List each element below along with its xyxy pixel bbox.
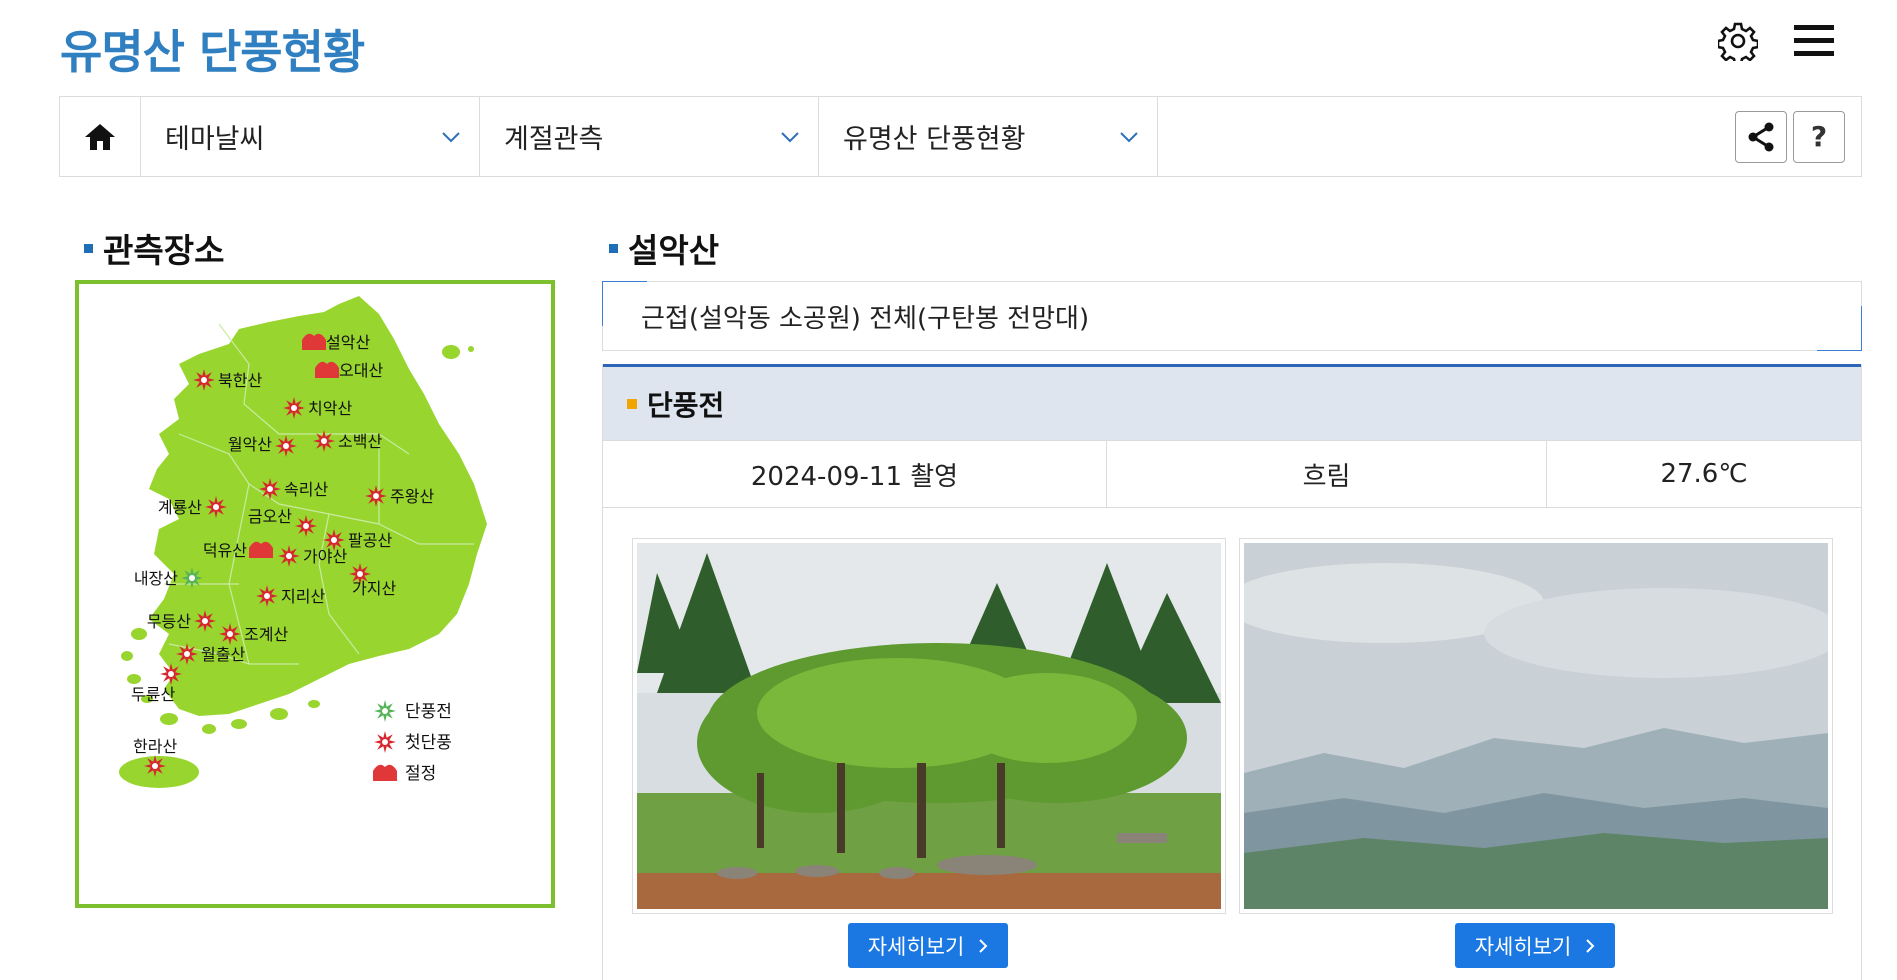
photo-observatory[interactable] <box>1239 538 1833 914</box>
map-marker-first[interactable] <box>365 485 387 507</box>
map-marker-first[interactable] <box>283 397 305 419</box>
map-label[interactable]: 소백산 <box>338 432 382 451</box>
section-heading-locations: 관측장소 <box>84 224 224 272</box>
map-label[interactable]: 팔공산 <box>348 531 392 550</box>
legend-marker-first[interactable] <box>374 731 396 753</box>
map-marker-first[interactable] <box>275 435 297 457</box>
detail-button-label: 자세히보기 <box>867 934 965 959</box>
map-marker-first[interactable] <box>219 623 241 645</box>
stage-label: 단풍전 <box>647 388 725 422</box>
legend-label[interactable]: 첫단풍 <box>405 733 452 753</box>
chevron-right-icon <box>979 938 988 953</box>
gear-icon[interactable] <box>1715 18 1761 64</box>
map-marker-peak[interactable] <box>249 541 273 558</box>
nav-tools: ? <box>1735 97 1861 176</box>
chevron-down-icon <box>442 131 460 142</box>
map-label[interactable]: 주왕산 <box>390 487 434 506</box>
nav-item-label: 테마날씨 <box>165 124 265 155</box>
photo-near-image <box>637 543 1221 909</box>
map-label[interactable]: 무등산 <box>147 612 191 631</box>
map-marker-first[interactable] <box>295 515 317 537</box>
map-label[interactable]: 계룡산 <box>158 498 202 517</box>
map-marker-first[interactable] <box>313 430 335 452</box>
map-marker-peak[interactable] <box>315 361 339 378</box>
photo-observatory-image <box>1244 543 1828 909</box>
map-label[interactable]: 조계산 <box>244 625 288 644</box>
map-marker-first[interactable] <box>176 643 198 665</box>
map-marker-first[interactable] <box>193 369 215 391</box>
chevron-right-icon <box>1586 938 1595 953</box>
help-icon: ? <box>1810 120 1828 153</box>
photo-near[interactable] <box>632 538 1226 914</box>
top-toolbar <box>1715 18 1837 64</box>
map-label[interactable]: 월악산 <box>228 435 272 454</box>
help-button[interactable]: ? <box>1793 110 1845 163</box>
nav-item-season-observation[interactable]: 계절관측 <box>480 97 819 176</box>
legend-label[interactable]: 절정 <box>405 764 436 784</box>
detail-button-near[interactable]: 자세히보기 <box>848 923 1008 968</box>
stage-header: 단풍전 <box>603 364 1861 440</box>
map-marker-before[interactable] <box>181 567 203 589</box>
map-label[interactable]: 가지산 <box>352 579 396 598</box>
map-label[interactable]: 속리산 <box>284 480 328 499</box>
chevron-down-icon <box>781 131 799 142</box>
map-label[interactable]: 설악산 <box>326 333 370 352</box>
map-marker-first[interactable] <box>259 478 281 500</box>
section-heading-text: 설악산 <box>628 231 720 270</box>
nav-item-foliage-status[interactable]: 유명산 단풍현황 <box>819 97 1158 176</box>
map-marker-first[interactable] <box>256 585 278 607</box>
map-label[interactable]: 지리산 <box>281 587 325 606</box>
map-label[interactable]: 덕유산 <box>203 541 247 560</box>
nav-item-theme-weather[interactable]: 테마날씨 <box>141 97 480 176</box>
observation-info-row: 2024-09-11 촬영 흐림 27.6℃ <box>603 440 1861 508</box>
map-label[interactable]: 한라산 <box>133 737 177 756</box>
bullet-icon <box>609 243 618 253</box>
bullet-icon <box>84 243 93 253</box>
temperature: 27.6℃ <box>1660 459 1748 489</box>
map-label[interactable]: 오대산 <box>339 361 383 380</box>
map-marker-first[interactable] <box>160 663 182 685</box>
map-marker-peak[interactable] <box>302 333 326 350</box>
chevron-down-icon <box>1120 131 1138 142</box>
share-button[interactable] <box>1735 110 1787 163</box>
breadcrumb-nav: 테마날씨 계절관측 유명산 단풍현황 ? <box>59 96 1862 177</box>
map-label[interactable]: 두륜산 <box>131 685 175 704</box>
map-label[interactable]: 북한산 <box>218 371 262 390</box>
nav-item-label: 유명산 단풍현황 <box>843 124 1026 155</box>
photo-date: 2024-09-11 촬영 <box>603 441 1107 507</box>
site-description: 근접(설악동 소공원) 전체(구탄봉 전망대) <box>602 281 1862 351</box>
map-canvas: 설악산오대산북한산치악산월악산 소백산속리산 주왕산계룡산 금오산팔공산덕유산 가야산내… <box>119 296 487 788</box>
map-label[interactable]: 치악산 <box>308 399 352 418</box>
map-label[interactable]: 내장산 <box>134 569 178 588</box>
section-heading-text: 관측장소 <box>103 231 225 270</box>
map-label[interactable]: 금오산 <box>248 507 292 526</box>
hamburger-menu-icon[interactable] <box>1791 18 1837 64</box>
detail-button-observatory[interactable]: 자세히보기 <box>1455 923 1615 968</box>
page-title: 유명산 단풍현황 <box>60 25 365 79</box>
legend-marker-peak[interactable] <box>373 764 397 781</box>
detail-button-label: 자세히보기 <box>1474 934 1572 959</box>
map-label[interactable]: 가야산 <box>303 547 347 566</box>
weather: 흐림 <box>1107 441 1547 507</box>
share-icon <box>1748 122 1774 151</box>
map-marker-first[interactable] <box>205 496 227 518</box>
legend-marker-before[interactable] <box>374 700 396 722</box>
section-heading-mountain: 설악산 <box>609 224 719 272</box>
nav-item-label: 계절관측 <box>504 124 604 155</box>
korea-foliage-map: 설악산오대산북한산치악산월악산 소백산속리산 주왕산계룡산 금오산팔공산덕유산 가야산내… <box>75 280 555 908</box>
map-marker-first[interactable] <box>144 755 166 777</box>
bullet-icon <box>627 398 637 409</box>
map-marker-first[interactable] <box>194 610 216 632</box>
map-marker-first[interactable] <box>278 545 300 567</box>
foliage-panel: 단풍전 2024-09-11 촬영 흐림 27.6℃ 자세히보기 자세히보기 <box>602 364 1862 980</box>
legend-label[interactable]: 단풍전 <box>405 702 452 722</box>
home-icon <box>85 123 115 150</box>
home-button[interactable] <box>60 97 141 176</box>
map-label[interactable]: 월출산 <box>201 645 245 664</box>
